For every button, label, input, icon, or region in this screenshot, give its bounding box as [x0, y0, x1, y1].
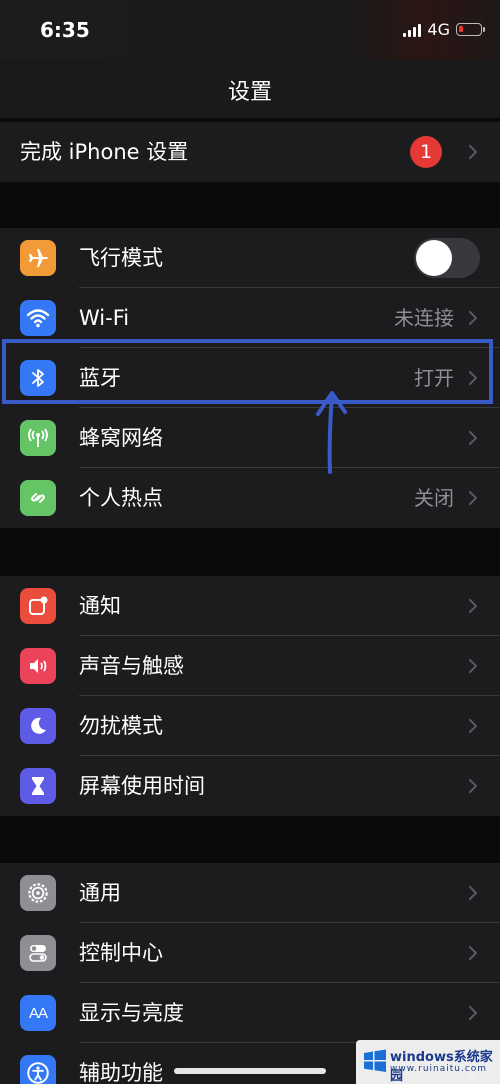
settings-screen: 6:35 4G 设置 完成 iPhone 设置 1 飞行模式 Wi-Fi 未连接… — [0, 0, 500, 1084]
page-title: 设置 — [227, 80, 272, 105]
setup-badge: 1 — [410, 136, 442, 168]
notifications-icon — [20, 588, 56, 624]
airplane-label: 飞行模式 — [79, 246, 163, 270]
general-label: 通用 — [79, 881, 121, 905]
cellular-label: 蜂窝网络 — [79, 426, 163, 450]
chevron-right-icon — [469, 779, 477, 793]
nav-bar: 设置 — [0, 60, 500, 118]
row-cellular[interactable]: 蜂窝网络 — [0, 408, 500, 468]
row-hotspot[interactable]: 个人热点 关闭 — [0, 468, 500, 528]
watermark: windows系统家园 www.ruinaitu.com — [356, 1040, 500, 1084]
sounds-label: 声音与触感 — [79, 654, 184, 678]
row-wifi[interactable]: Wi-Fi 未连接 — [0, 288, 500, 348]
chevron-right-icon — [469, 886, 477, 900]
chevron-right-icon — [469, 431, 477, 445]
chevron-right-icon — [469, 311, 477, 325]
bluetooth-label: 蓝牙 — [79, 366, 121, 390]
signal-icon — [403, 23, 422, 37]
row-screen-time[interactable]: 屏幕使用时间 — [0, 756, 500, 816]
bluetooth-icon — [20, 360, 56, 396]
finish-setup-label: 完成 iPhone 设置 — [20, 140, 189, 164]
wifi-icon — [20, 300, 56, 336]
row-bluetooth[interactable]: 蓝牙 打开 — [0, 348, 500, 408]
status-bar: 6:35 4G — [0, 0, 500, 60]
row-control-center[interactable]: 控制中心 — [0, 923, 500, 983]
control-center-label: 控制中心 — [79, 941, 163, 965]
wifi-status: 未连接 — [394, 306, 454, 330]
home-indicator[interactable] — [174, 1068, 326, 1074]
row-airplane-mode[interactable]: 飞行模式 — [0, 228, 500, 288]
accessibility-label: 辅助功能 — [79, 1061, 163, 1084]
status-indicators: 4G — [403, 20, 485, 39]
chevron-right-icon — [469, 1006, 477, 1020]
row-sounds[interactable]: 声音与触感 — [0, 636, 500, 696]
bluetooth-status: 打开 — [414, 366, 454, 390]
chevron-right-icon — [469, 491, 477, 505]
connectivity-group: 飞行模式 Wi-Fi 未连接 蓝牙 打开 蜂窝网络 个人热点 关闭 — [0, 228, 500, 528]
toggles-icon — [20, 935, 56, 971]
wifi-label: Wi-Fi — [79, 306, 130, 330]
gear-icon — [20, 875, 56, 911]
status-time: 6:35 — [40, 18, 90, 42]
notifications-label: 通知 — [79, 594, 121, 618]
hotspot-status: 关闭 — [414, 486, 454, 510]
row-do-not-disturb[interactable]: 勿扰模式 — [0, 696, 500, 756]
speaker-icon — [20, 648, 56, 684]
chevron-right-icon — [469, 599, 477, 613]
display-label: 显示与亮度 — [79, 1001, 184, 1025]
watermark-url: www.ruinaitu.com — [390, 1064, 488, 1074]
network-type: 4G — [427, 20, 450, 39]
hourglass-icon — [20, 768, 56, 804]
text-size-icon: AA — [20, 995, 56, 1031]
row-display-brightness[interactable]: AA 显示与亮度 — [0, 983, 500, 1043]
hotspot-icon — [20, 480, 56, 516]
setup-group: 完成 iPhone 设置 1 — [0, 122, 500, 182]
hotspot-label: 个人热点 — [79, 486, 163, 510]
finish-setup-row[interactable]: 完成 iPhone 设置 1 — [0, 122, 500, 182]
dnd-label: 勿扰模式 — [79, 714, 163, 738]
chevron-right-icon — [469, 659, 477, 673]
battery-icon — [456, 23, 485, 36]
cellular-icon — [20, 420, 56, 456]
chevron-right-icon — [469, 946, 477, 960]
notification-group: 通知 声音与触感 勿扰模式 屏幕使用时间 — [0, 576, 500, 816]
row-general[interactable]: 通用 — [0, 863, 500, 923]
windows-logo-icon — [364, 1049, 386, 1072]
airplane-mode-toggle[interactable] — [414, 238, 480, 278]
accessibility-icon — [20, 1055, 56, 1084]
row-notifications[interactable]: 通知 — [0, 576, 500, 636]
airplane-icon — [20, 240, 56, 276]
screen-time-label: 屏幕使用时间 — [79, 774, 205, 798]
chevron-right-icon — [469, 719, 477, 733]
moon-icon — [20, 708, 56, 744]
chevron-right-icon — [469, 145, 477, 159]
chevron-right-icon — [469, 371, 477, 385]
